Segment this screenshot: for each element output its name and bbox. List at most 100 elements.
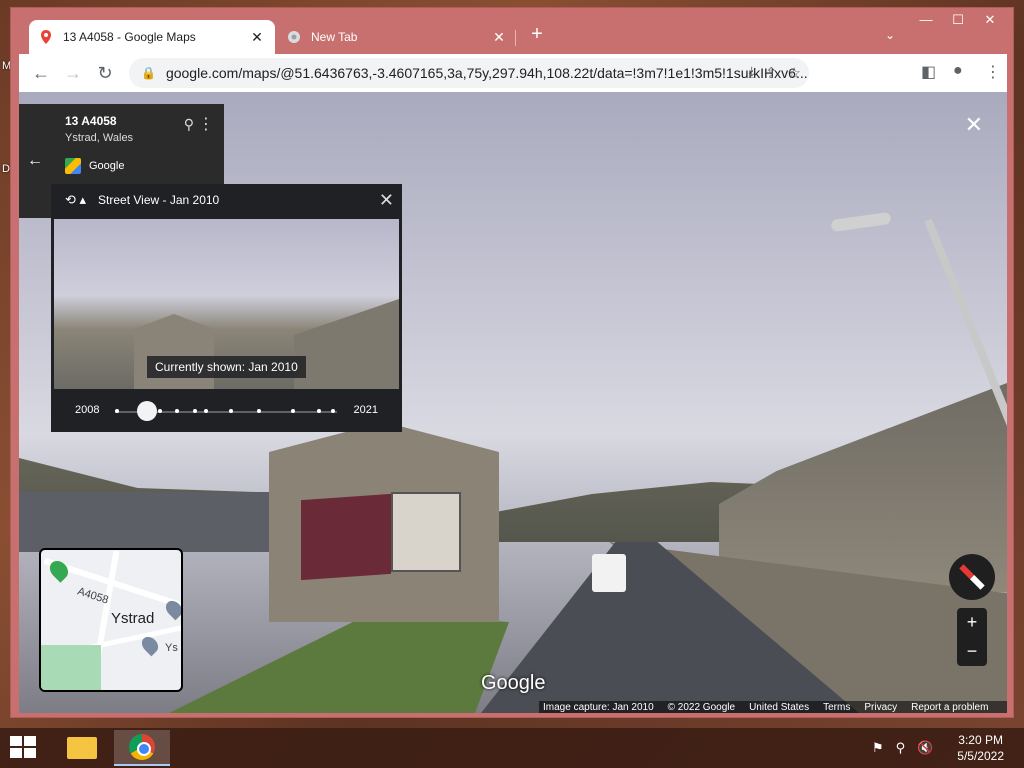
place-provider: Google <box>65 158 210 174</box>
chrome-icon <box>287 30 301 44</box>
history-header: Street View - Jan 2010 <box>98 193 220 207</box>
location-pin-icon[interactable]: ⚲ <box>184 116 194 133</box>
map-park <box>41 645 101 690</box>
map-road-label: A4058 <box>75 585 110 607</box>
maximize-button[interactable]: ☐ <box>943 12 973 28</box>
slider-end-year: 2021 <box>353 404 378 416</box>
file-explorer-button[interactable] <box>54 730 110 766</box>
report-problem-link[interactable]: Report a problem <box>911 702 988 713</box>
start-button[interactable] <box>10 736 38 760</box>
map-town-label: Ystrad <box>111 610 155 627</box>
tab-title: New Tab <box>311 30 358 44</box>
roof-scenery <box>19 492 289 552</box>
slider-date-dot[interactable] <box>291 409 295 413</box>
browser-window: 13 A4058 - Google Maps ✕ New Tab ✕ + ⌄ —… <box>10 7 1014 718</box>
clock-time: 3:20 PM <box>958 733 1003 747</box>
slider-start-year: 2008 <box>75 404 100 416</box>
folder-icon <box>67 737 97 759</box>
windows-logo-icon <box>24 748 36 758</box>
maps-pin-icon <box>39 30 53 44</box>
volume-muted-icon[interactable]: 🔇 <box>917 740 933 756</box>
chrome-taskbar-button[interactable] <box>114 730 170 766</box>
chrome-icon <box>129 734 155 760</box>
terms-link[interactable]: Terms <box>823 702 850 713</box>
system-tray: ⚑ ⚲ 🔇 <box>872 740 933 756</box>
compass-needle-icon <box>959 564 985 590</box>
windows-logo-icon <box>10 748 22 758</box>
clock[interactable]: 3:20 PM 5/5/2022 <box>957 732 1004 764</box>
slider-date-dot[interactable] <box>317 409 321 413</box>
url-text[interactable]: google.com/maps/@51.6436763,-3.4607165,3… <box>166 65 809 81</box>
tab-close-icon[interactable]: ✕ <box>491 29 507 46</box>
install-icon[interactable]: ⤓ <box>748 64 755 82</box>
minimize-button[interactable]: — <box>911 12 941 27</box>
history-icon[interactable]: ⟲ ▴ <box>65 192 86 208</box>
image-capture-date: Image capture: Jan 2010 <box>543 701 654 713</box>
billboard <box>301 493 391 581</box>
history-preview-image[interactable]: Currently shown: Jan 2010 <box>54 219 399 389</box>
history-caption: Currently shown: Jan 2010 <box>147 356 306 378</box>
map-edge-label: Ys <box>165 642 178 654</box>
zoom-out-button[interactable]: − <box>957 637 987 666</box>
side-panel-icon[interactable]: ◧ <box>921 62 936 82</box>
browser-toolbar: ← → ↻ 🔒 google.com/maps/@51.6436763,-3.4… <box>19 54 1007 92</box>
slider-date-dot[interactable] <box>204 409 208 413</box>
flag-icon[interactable]: ⚑ <box>872 740 884 756</box>
tab-search-icon[interactable]: ⌄ <box>885 28 895 42</box>
network-icon[interactable]: ⚲ <box>896 740 906 756</box>
slider-date-dot[interactable] <box>158 409 162 413</box>
place-card: 13 A4058 Ystrad, Wales Google ⚲ ⋮ <box>51 104 224 188</box>
tab-bar: 13 A4058 - Google Maps ✕ New Tab ✕ + ⌄ —… <box>19 8 1007 54</box>
slider-date-dot[interactable] <box>115 409 119 413</box>
tab-close-icon[interactable]: ✕ <box>249 29 265 46</box>
billboard <box>391 492 461 572</box>
clock-date: 5/5/2022 <box>957 749 1004 763</box>
tab-google-maps[interactable]: 13 A4058 - Google Maps ✕ <box>29 20 275 54</box>
privacy-link[interactable]: Privacy <box>864 702 897 713</box>
history-close-icon[interactable]: ✕ <box>379 190 394 211</box>
taskbar: ⚑ ⚲ 🔇 3:20 PM 5/5/2022 <box>0 728 1024 768</box>
zoom-control: + − <box>957 608 987 666</box>
share-icon[interactable]: ⇪ <box>765 64 778 82</box>
address-bar[interactable]: 🔒 google.com/maps/@51.6436763,-3.4607165… <box>129 58 809 88</box>
lock-icon[interactable]: 🔒 <box>141 66 156 80</box>
windows-logo-icon <box>24 736 36 746</box>
slider-date-dot[interactable] <box>331 409 335 413</box>
close-street-view-icon[interactable]: ✕ <box>965 112 983 138</box>
back-button[interactable]: ← <box>29 62 53 84</box>
provider-label: Google <box>89 160 125 172</box>
street-view-history-panel: ⟲ ▴ Street View - Jan 2010 ✕ Currently s… <box>51 184 402 432</box>
chrome-menu-icon[interactable]: ⋮ <box>985 62 1001 82</box>
preview-houses <box>294 299 399 389</box>
slider-date-dot[interactable] <box>257 409 261 413</box>
exit-street-view-button[interactable]: ← <box>19 104 51 218</box>
slider-thumb[interactable] <box>137 401 157 421</box>
reload-button[interactable]: ↻ <box>93 62 117 84</box>
slider-date-dot[interactable] <box>193 409 197 413</box>
map-footer: Image capture: Jan 2010 © 2022 Google Un… <box>539 701 1007 713</box>
more-options-icon[interactable]: ⋮ <box>198 114 214 134</box>
slider-date-dot[interactable] <box>175 409 179 413</box>
google-maps-logo-icon <box>65 158 81 174</box>
slider-date-dot[interactable] <box>229 409 233 413</box>
tab-separator <box>515 30 516 46</box>
profile-icon[interactable]: ● <box>953 62 963 80</box>
window-close-button[interactable]: ✕ <box>975 12 1005 28</box>
place-subtitle: Ystrad, Wales <box>65 132 134 144</box>
mini-map[interactable]: A4058 Ystrad Ys <box>39 548 183 692</box>
copyright: © 2022 Google <box>667 701 736 713</box>
history-slider[interactable]: 2008 2021 <box>51 396 402 426</box>
forward-button[interactable]: → <box>61 62 85 84</box>
bookmark-star-icon[interactable]: ☆ <box>788 64 801 82</box>
zoom-in-button[interactable]: + <box>957 608 987 637</box>
region-link[interactable]: United States <box>749 702 809 713</box>
new-tab-button[interactable]: + <box>525 24 549 44</box>
google-watermark: Google <box>481 672 546 694</box>
tab-new-tab[interactable]: New Tab ✕ <box>277 20 517 54</box>
back-arrow-icon: ← <box>27 152 43 169</box>
street-view[interactable]: ← 13 A4058 Ystrad, Wales Google ⚲ ⋮ ⟲ ▴ … <box>19 92 1007 713</box>
tab-title: 13 A4058 - Google Maps <box>63 30 196 44</box>
van <box>592 554 626 592</box>
compass-button[interactable] <box>949 554 995 600</box>
desktop-icon-label[interactable]: D <box>2 163 10 175</box>
